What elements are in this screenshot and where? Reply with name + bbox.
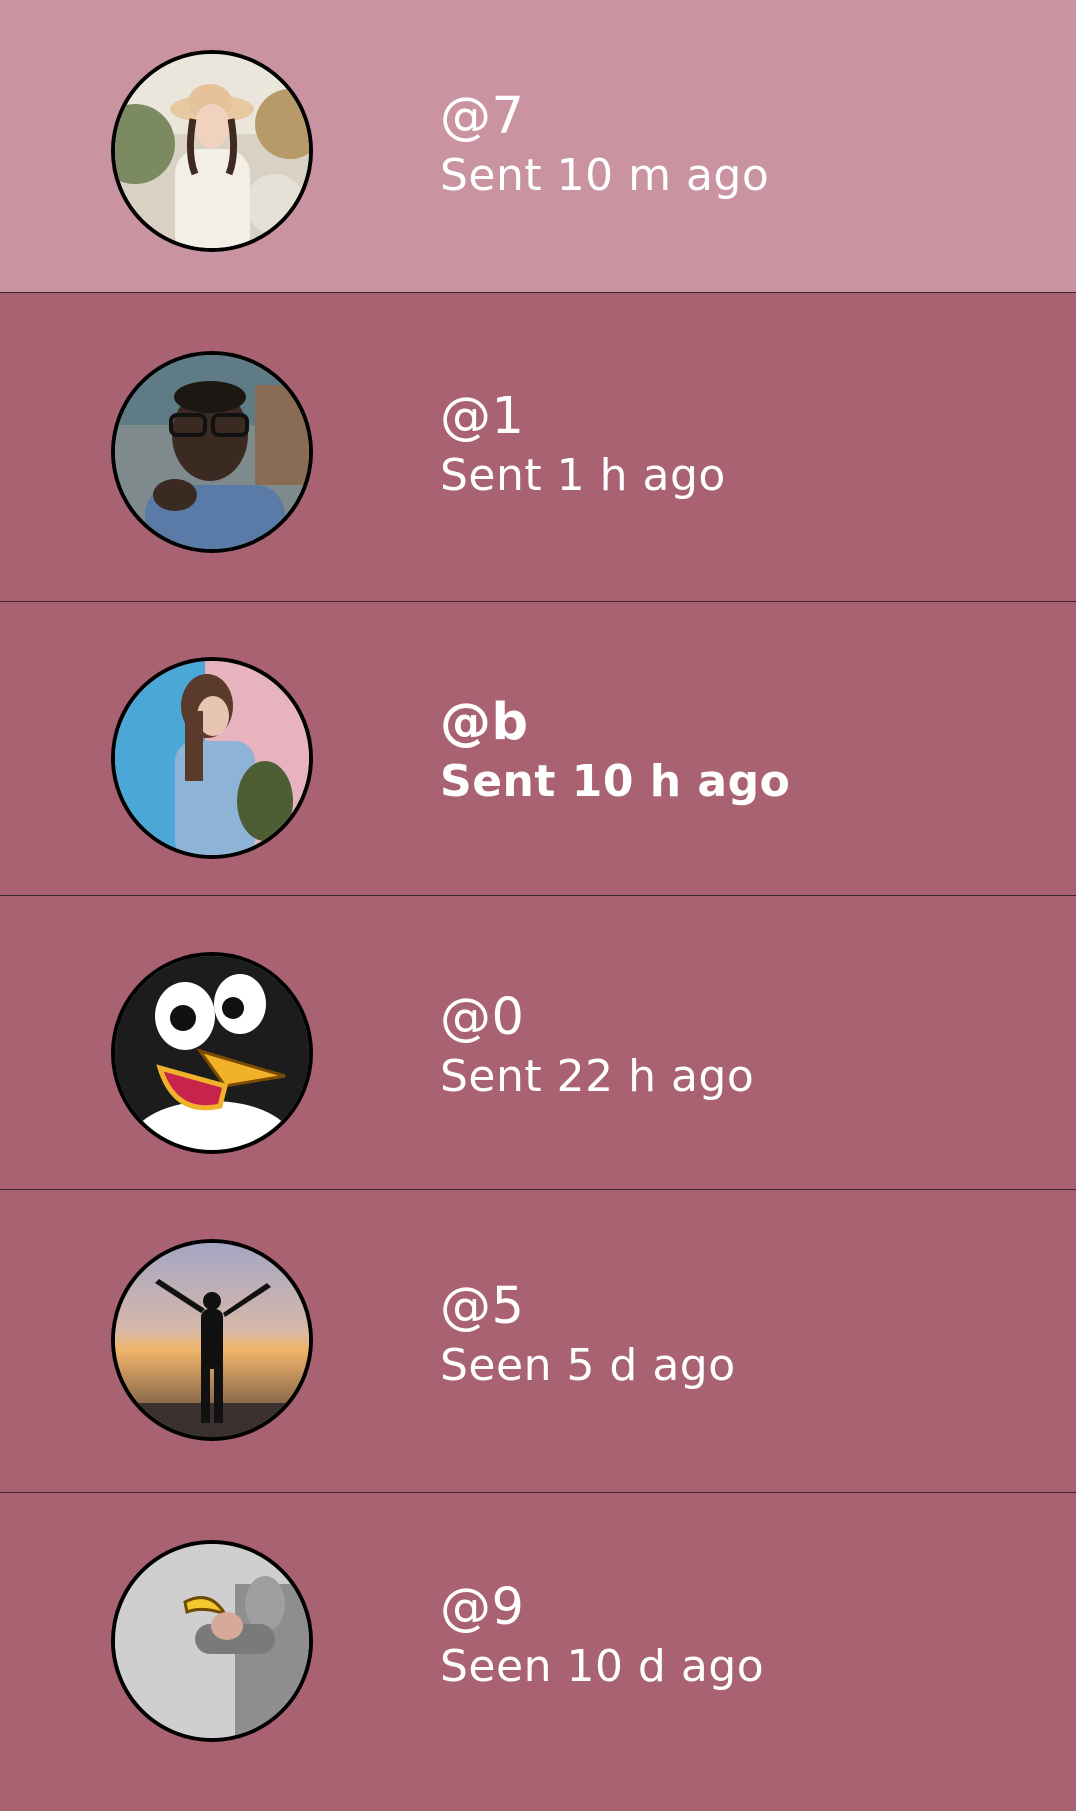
chat-text: @9 Seen 10 d ago <box>440 1579 764 1697</box>
chat-list: @7 Sent 10 m ago @1 Sent 1 h ago @b Sent… <box>0 0 1076 1811</box>
chat-status: Sent 10 m ago <box>440 150 770 201</box>
chat-status: Seen 10 d ago <box>440 1641 765 1692</box>
chat-status: Sent 10 h ago <box>440 756 791 807</box>
avatar-man-banana <box>111 1540 313 1742</box>
chat-handle: @7 <box>440 87 525 146</box>
chat-text: @5 Seen 5 d ago <box>440 1278 736 1396</box>
chat-handle: @9 <box>440 1578 525 1637</box>
chat-handle: @0 <box>440 988 525 1047</box>
avatar-woman-sun-hat <box>111 50 313 252</box>
chat-row[interactable]: @9 Seen 10 d ago <box>0 1493 1076 1811</box>
avatar-woman-denim-backpack <box>111 657 313 859</box>
chat-handle: @5 <box>440 1277 525 1336</box>
chat-status: Sent 1 h ago <box>440 450 726 501</box>
chat-row[interactable]: @5 Seen 5 d ago <box>0 1190 1076 1493</box>
chat-status: Sent 22 h ago <box>440 1051 755 1102</box>
chat-row[interactable]: @0 Sent 22 h ago <box>0 896 1076 1190</box>
chat-text: @b Sent 10 h ago <box>440 694 790 812</box>
chat-handle: @1 <box>440 387 525 446</box>
avatar-cartoon-penguin <box>111 952 313 1154</box>
avatar-silhouette-sunset <box>111 1239 313 1441</box>
chat-row[interactable]: @1 Sent 1 h ago <box>0 293 1076 602</box>
chat-row[interactable]: @b Sent 10 h ago <box>0 602 1076 896</box>
chat-row[interactable]: @7 Sent 10 m ago <box>0 0 1076 293</box>
chat-text: @0 Sent 22 h ago <box>440 989 754 1107</box>
chat-handle: @b <box>440 693 529 752</box>
chat-text: @7 Sent 10 m ago <box>440 88 769 206</box>
chat-status: Seen 5 d ago <box>440 1340 736 1391</box>
chat-text: @1 Sent 1 h ago <box>440 388 726 506</box>
avatar-man-glasses <box>111 351 313 553</box>
